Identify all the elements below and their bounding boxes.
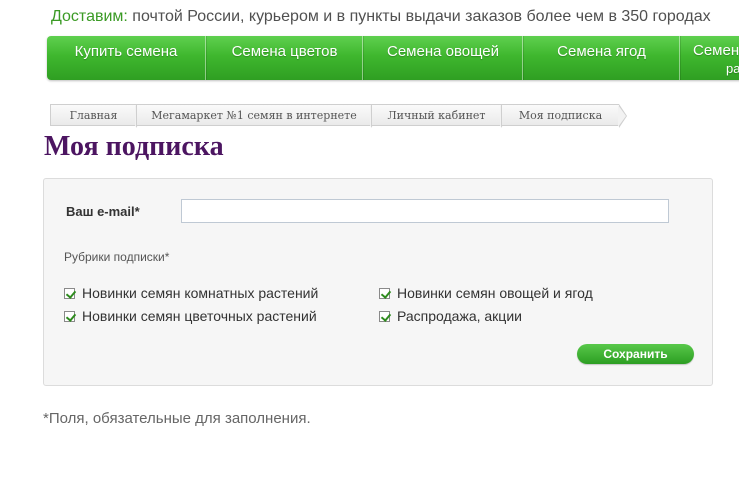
checkbox-vegetables-berries[interactable]: Новинки семян овощей и ягод (379, 285, 593, 301)
delivery-text: почтой России, курьером и в пункты выдач… (132, 8, 711, 25)
checkbox-houseplants[interactable]: Новинки семян комнатных растений (64, 285, 318, 301)
nav-item-label: Купить семена (74, 43, 178, 60)
checkbox-icon[interactable] (379, 310, 390, 322)
nav-item-flower-seeds[interactable]: Семена цветов (205, 36, 363, 80)
nav-item-label: Семена цветов (231, 43, 338, 60)
checkbox-flowers[interactable]: Новинки семян цветочных растений (64, 308, 317, 324)
rubrics-label: Рубрики подписки* (64, 250, 170, 264)
breadcrumb-label: Моя подписка (518, 109, 603, 122)
breadcrumb-home[interactable]: Главная (50, 104, 144, 128)
nav-item-label: Семена ягод (557, 43, 646, 60)
nav-item-berry-seeds[interactable]: Семена ягод (522, 36, 680, 80)
delivery-info: Доставим: почтой России, курьером и в пу… (51, 8, 739, 26)
nav-item-label: Семена овощей (386, 43, 499, 60)
nav-item-vegetable-seeds[interactable]: Семена овощей (362, 36, 523, 80)
breadcrumb-label: Личный кабинет (387, 109, 486, 122)
email-label: Ваш e-mail* (66, 204, 140, 219)
breadcrumb-account[interactable]: Личный кабинет (371, 104, 509, 128)
breadcrumb-megamarket[interactable]: Мегамаркет №1 семян в интернете (136, 104, 379, 128)
save-button[interactable]: Сохранить (577, 344, 694, 364)
checkbox-icon[interactable] (64, 287, 75, 299)
checkbox-label: Новинки семян цветочных растений (82, 308, 317, 324)
breadcrumb-label: Мегамаркет №1 семян в интернете (151, 109, 357, 122)
checkbox-sales[interactable]: Распродажа, акции (379, 308, 522, 324)
delivery-highlight: Доставим: (51, 8, 128, 25)
breadcrumb-separator (618, 104, 627, 128)
checkbox-label: Новинки семян комнатных растений (82, 285, 319, 301)
breadcrumb-label: Главная (69, 109, 118, 122)
checkbox-label: Распродажа, акции (397, 308, 522, 324)
checkbox-icon[interactable] (379, 287, 390, 299)
email-field[interactable] (181, 199, 669, 223)
checkbox-icon[interactable] (64, 310, 75, 322)
page-title: Моя подписка (44, 131, 224, 162)
main-nav: Купить семена Семена цветов Семена овоще… (47, 36, 739, 80)
nav-item-buy-seeds[interactable]: Купить семена (47, 36, 205, 80)
nav-item-label-line2: ра (726, 61, 739, 76)
required-fields-note: *Поля, обязательные для заполнения. (43, 410, 311, 427)
subscription-form: Ваш e-mail* Рубрики подписки* Новинки се… (43, 178, 713, 386)
breadcrumb-current: Моя подписка (501, 104, 627, 128)
checkbox-label: Новинки семян овощей и ягод (397, 285, 593, 301)
nav-item-more[interactable]: Семена ра (679, 36, 739, 80)
